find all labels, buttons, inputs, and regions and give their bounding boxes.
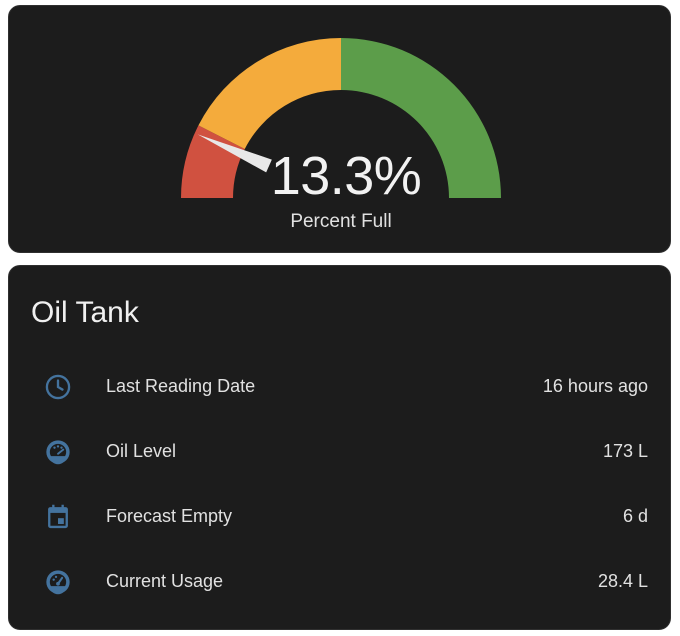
entity-name: Forecast Empty	[106, 506, 233, 526]
gauge-label: Percent Full	[290, 211, 392, 232]
entity-row-last-reading-date[interactable]: Last Reading Date 16 hours ago	[9, 366, 670, 406]
gauge-value: 13.3%	[270, 146, 422, 206]
entities-card: Oil Tank Last Reading Date 16 hours ago …	[8, 265, 671, 630]
entity-state: 16 hours ago	[542, 376, 648, 396]
entity-row-forecast-empty[interactable]: Forecast Empty 6 d	[9, 496, 670, 536]
entity-state: 28.4 L	[597, 571, 648, 591]
entity-state: 173 L	[602, 441, 648, 461]
clock-icon	[45, 374, 71, 400]
calendar-icon	[48, 504, 68, 529]
card-title: Oil Tank	[31, 296, 139, 329]
gauge-segment-1	[198, 38, 341, 149]
entity-name: Current Usage	[106, 571, 224, 591]
gauge-icon	[46, 440, 70, 465]
entity-name: Last Reading Date	[106, 376, 256, 396]
speedometer-icon	[46, 570, 70, 595]
gauge-card[interactable]: 13.3% Percent Full	[8, 5, 671, 253]
entity-state: 6 d	[622, 506, 648, 526]
entity-row-oil-level[interactable]: Oil Level 173 L	[9, 431, 670, 471]
entity-name: Oil Level	[106, 441, 177, 461]
entity-row-current-usage[interactable]: Current Usage 28.4 L	[9, 561, 670, 601]
